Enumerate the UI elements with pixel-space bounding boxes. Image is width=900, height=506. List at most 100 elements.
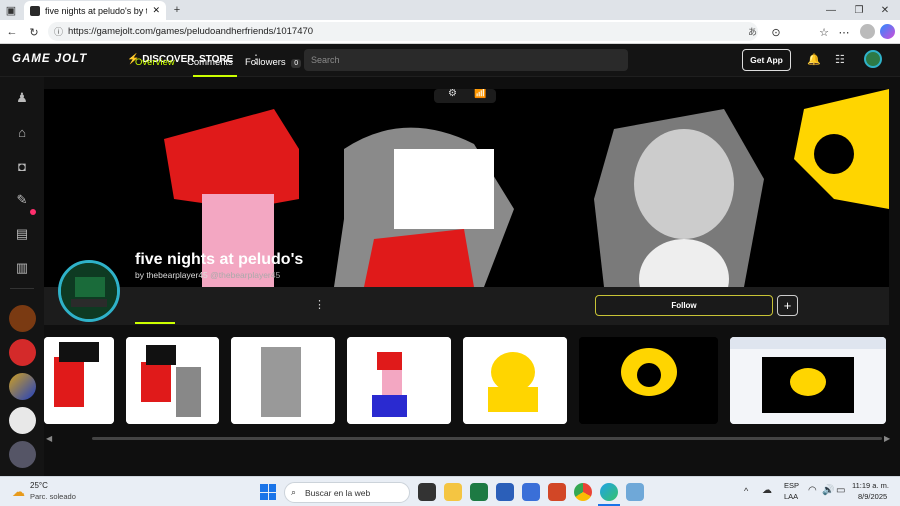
volume-icon[interactable]: 🔊 bbox=[822, 485, 834, 496]
followers-label: Followers bbox=[245, 57, 286, 68]
wifi-icon[interactable]: ◠ bbox=[808, 485, 817, 496]
close-tab-icon[interactable]: ✕ bbox=[152, 5, 160, 16]
browser-tab-bar: ▣ five nights at peludo's by thebea ✕ + … bbox=[0, 0, 900, 20]
site-search-input[interactable]: Search bbox=[304, 49, 628, 71]
back-icon[interactable]: ← bbox=[4, 24, 20, 40]
tab-overview[interactable]: Overview bbox=[135, 57, 175, 68]
library-icon[interactable]: ▥ bbox=[10, 256, 34, 280]
keyboard-layout[interactable]: LAA bbox=[784, 492, 798, 501]
clock-date[interactable]: 8/9/2025 bbox=[858, 492, 887, 501]
left-sidebar: ♟ ⌂ ◘ ✎ ▤ ▥ bbox=[0, 77, 44, 476]
thumbnail-art bbox=[44, 337, 114, 424]
clock-time[interactable]: 11:19 a. m. bbox=[852, 481, 889, 490]
site-info-icon[interactable]: ⓘ bbox=[54, 25, 63, 38]
gamejolt-page: GAME JOLT ⚡ DISCOVER STORE ⋮ Search Get … bbox=[0, 44, 900, 476]
tab-title: five nights at peludo's by thebea bbox=[45, 5, 147, 16]
followers-count-badge: 0 bbox=[291, 59, 302, 68]
community-avatar[interactable] bbox=[9, 373, 36, 400]
maximize-icon[interactable]: ❐ bbox=[852, 3, 866, 17]
favorites-icon[interactable]: ☆ bbox=[816, 24, 832, 40]
translate-icon[interactable]: あ bbox=[748, 25, 757, 38]
game-more-icon[interactable]: ⋮ bbox=[314, 298, 325, 311]
active-nav-indicator bbox=[193, 75, 237, 77]
notification-dot bbox=[30, 209, 36, 215]
media-scrollbar[interactable] bbox=[92, 437, 882, 440]
thumbnail-art bbox=[730, 337, 886, 424]
show-hidden-icons[interactable]: ^ bbox=[744, 486, 748, 496]
thumbnail-art bbox=[463, 337, 567, 424]
tab-comments[interactable]: Comments bbox=[187, 57, 233, 68]
search-icon: ⌕ bbox=[291, 487, 297, 497]
tab-followers[interactable]: Followers 0 bbox=[245, 57, 302, 68]
follow-button[interactable]: Follow bbox=[595, 295, 773, 316]
reader-icon[interactable]: ⊙ bbox=[768, 24, 784, 40]
media-thumbnail[interactable] bbox=[231, 337, 335, 424]
thumbnail-art bbox=[347, 337, 451, 424]
media-thumbnail[interactable] bbox=[730, 337, 886, 424]
author-handle[interactable]: @thebearplayer45 bbox=[210, 270, 280, 280]
weather-temp[interactable]: 25°C bbox=[30, 481, 48, 490]
gamejolt-logo[interactable]: GAME JOLT bbox=[12, 53, 87, 65]
user-avatar[interactable] bbox=[864, 50, 882, 68]
backpack-icon[interactable]: ◘ bbox=[10, 154, 34, 178]
more-icon[interactable]: ⋯ bbox=[836, 24, 852, 40]
game-avatar-art bbox=[61, 263, 117, 319]
community-avatar[interactable] bbox=[9, 339, 36, 366]
thumbnail-art bbox=[126, 337, 219, 424]
thumbnail-art bbox=[231, 337, 335, 424]
scroll-right-icon[interactable]: ▶ bbox=[884, 434, 890, 443]
game-thumbnail-avatar[interactable] bbox=[58, 260, 120, 322]
refresh-icon[interactable]: ↻ bbox=[26, 24, 42, 40]
stats-icon[interactable]: 📶 bbox=[474, 89, 486, 99]
onedrive-icon[interactable]: ☁ bbox=[762, 485, 772, 496]
start-icon[interactable] bbox=[260, 484, 276, 500]
new-tab-icon[interactable]: + bbox=[170, 2, 184, 18]
minimize-icon[interactable]: — bbox=[824, 3, 838, 17]
game-title: five nights at peludo's bbox=[135, 251, 304, 268]
taskbar-search-placeholder: Buscar en la web bbox=[305, 487, 371, 498]
activity-icon[interactable]: ♟ bbox=[10, 86, 34, 110]
media-thumbnail[interactable] bbox=[347, 337, 451, 424]
weather-desc[interactable]: Parc. soleado bbox=[30, 492, 76, 501]
edge-icon[interactable] bbox=[600, 483, 618, 501]
taskbar-search-input[interactable]: ⌕ Buscar en la web bbox=[284, 482, 410, 503]
scroll-left-icon[interactable]: ◀ bbox=[46, 434, 52, 443]
community-avatar[interactable] bbox=[9, 441, 36, 468]
community-avatar[interactable] bbox=[9, 305, 36, 332]
powerpoint-icon[interactable] bbox=[548, 483, 566, 501]
address-bar-row: ← ↻ ⓘ https://gamejolt.com/games/peludoa… bbox=[0, 20, 900, 44]
get-app-button[interactable]: Get App bbox=[742, 49, 791, 71]
store-icon[interactable]: ⌂ bbox=[10, 120, 34, 144]
excel-icon[interactable] bbox=[470, 483, 488, 501]
chrome-icon[interactable] bbox=[574, 483, 592, 501]
active-tab-indicator bbox=[135, 322, 175, 324]
media-thumbnail[interactable] bbox=[579, 337, 718, 424]
author-name[interactable]: thebearplayer45 bbox=[146, 270, 207, 280]
community-avatar[interactable] bbox=[9, 407, 36, 434]
media-thumbnail[interactable] bbox=[126, 337, 219, 424]
language-indicator[interactable]: ESP bbox=[784, 481, 799, 490]
copilot-icon[interactable] bbox=[880, 24, 895, 39]
settings-icon[interactable]: ⚙ bbox=[448, 89, 457, 99]
friends-icon[interactable]: ☷ bbox=[835, 53, 845, 66]
media-thumbnail[interactable] bbox=[44, 337, 114, 424]
tab-actions-icon[interactable]: ▣ bbox=[4, 3, 18, 17]
by-prefix: by bbox=[135, 270, 147, 280]
file-explorer-icon[interactable] bbox=[444, 483, 462, 501]
add-to-playlist-button[interactable]: + bbox=[777, 295, 798, 316]
battery-icon[interactable]: ▭ bbox=[836, 485, 845, 496]
outlook-icon[interactable] bbox=[522, 483, 540, 501]
browser-tab[interactable]: five nights at peludo's by thebea ✕ bbox=[24, 1, 166, 20]
word-icon[interactable] bbox=[496, 483, 514, 501]
inventory-icon[interactable]: ▤ bbox=[10, 222, 34, 246]
media-thumbnail[interactable] bbox=[463, 337, 567, 424]
task-view-icon[interactable] bbox=[418, 483, 436, 501]
quests-icon[interactable]: ✎ bbox=[10, 188, 34, 212]
profile-icon[interactable] bbox=[860, 24, 875, 39]
notifications-icon[interactable]: 🔔 bbox=[807, 53, 821, 66]
weather-icon[interactable]: ☁ bbox=[12, 484, 25, 500]
close-window-icon[interactable]: ✕ bbox=[878, 3, 892, 17]
url-field[interactable]: ⓘ https://gamejolt.com/games/peludoandhe… bbox=[48, 22, 758, 41]
sidebar-divider bbox=[10, 288, 34, 289]
app-icon[interactable] bbox=[626, 483, 644, 501]
